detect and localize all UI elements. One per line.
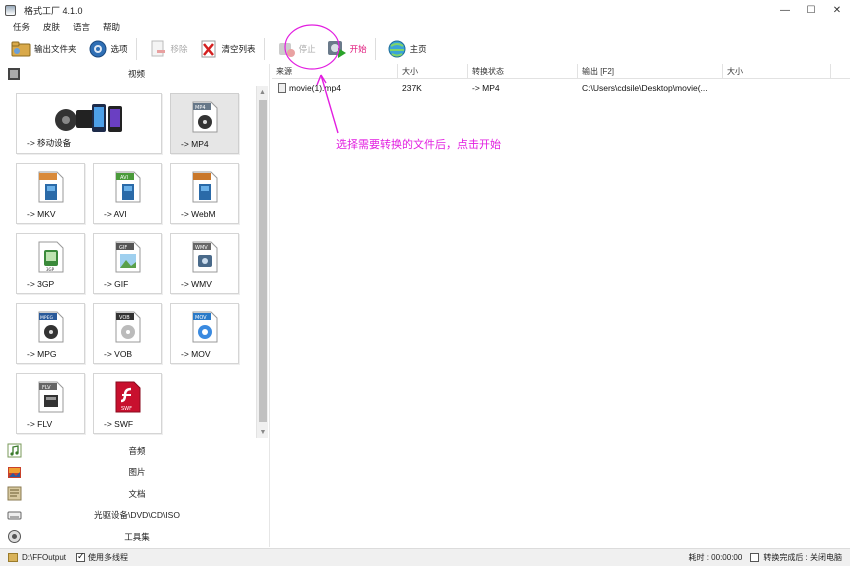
annotation-arrow: [320, 74, 339, 134]
highlight-circle: [284, 24, 340, 70]
after-convert-label: 转换完成后 : 关闭电脑: [763, 553, 842, 562]
annotation-overlay: [284, 24, 340, 134]
annotation-text: 选择需要转换的文件后，点击开始: [336, 139, 501, 151]
elapsed-time: 耗时 : 00:00:00: [688, 553, 743, 562]
status-bar: D:\FFOutput 使用多线程 耗时 : 00:00:00 转换完成后 : …: [0, 548, 850, 566]
output-path[interactable]: D:\FFOutput: [22, 553, 66, 562]
after-convert-checkbox[interactable]: [750, 553, 760, 562]
multithread-label: 使用多线程: [88, 553, 129, 562]
status-right: 耗时 : 00:00:00 转换完成后 : 关闭电脑: [685, 552, 842, 563]
multithread-checkbox[interactable]: [76, 551, 86, 562]
folder-icon[interactable]: [8, 553, 18, 562]
arrow-head: [316, 74, 327, 86]
